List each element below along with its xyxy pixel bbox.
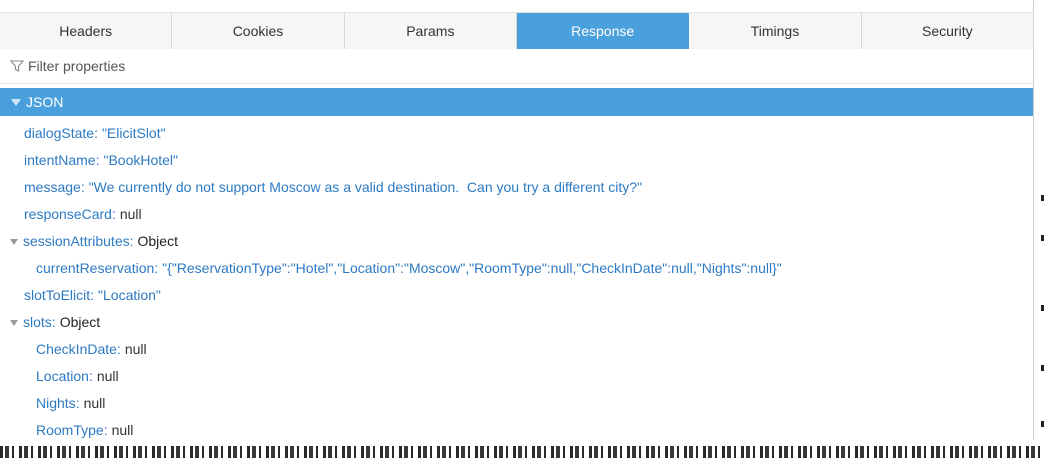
tree-row[interactable]: Location: null <box>0 363 1033 390</box>
property-value: "We currently do not support Moscow as a… <box>88 179 643 195</box>
tab-cookies[interactable]: Cookies <box>172 13 345 49</box>
property-value: "BookHotel" <box>103 152 179 168</box>
colon-separator: : <box>95 152 100 168</box>
colon-separator: : <box>129 233 134 249</box>
response-panel: Headers Cookies Params Response Timings … <box>0 0 1034 440</box>
tree-row[interactable]: RoomType: null <box>0 417 1033 440</box>
property-key: currentReservation <box>36 260 155 276</box>
funnel-icon <box>10 59 24 73</box>
tree-row[interactable]: message: "We currently do not support Mos… <box>0 174 1033 201</box>
scroll-marks <box>1041 195 1045 435</box>
property-value: Object <box>59 314 101 330</box>
property-value: null <box>124 341 147 357</box>
property-key: slots <box>23 314 52 330</box>
colon-separator: : <box>94 125 98 141</box>
property-value: Object <box>137 233 178 249</box>
property-key: CheckInDate <box>36 341 117 357</box>
tab-headers[interactable]: Headers <box>0 13 173 49</box>
property-key: slotToElicit <box>24 287 91 303</box>
tree-row[interactable]: Nights: null <box>0 390 1033 417</box>
tab-security[interactable]: Security <box>862 13 1033 49</box>
json-section-label: JSON <box>26 94 64 110</box>
tab-timings[interactable]: Timings <box>689 13 862 49</box>
tree-row-expandable[interactable]: slots: Object <box>0 309 1033 336</box>
tab-params[interactable]: Params <box>345 13 517 49</box>
property-value: "ElicitSlot" <box>101 125 166 141</box>
filter-bar <box>0 49 1033 84</box>
tab-response[interactable]: Response <box>516 13 690 49</box>
tree-row[interactable]: dialogState: "ElicitSlot" <box>0 120 1033 147</box>
property-key: Location <box>36 368 89 384</box>
colon-separator: : <box>103 422 108 438</box>
expand-triangle-icon[interactable] <box>10 238 18 245</box>
property-value: null <box>83 395 106 411</box>
tree-row-expandable[interactable]: sessionAttributes: Object <box>0 228 1033 255</box>
property-value: null <box>119 206 142 222</box>
property-key: Nights <box>36 395 76 411</box>
json-section-header[interactable]: JSON <box>0 88 1033 116</box>
tab-bar: Headers Cookies Params Response Timings … <box>0 12 1033 50</box>
property-key: responseCard <box>24 206 112 222</box>
tree-row[interactable]: currentReservation: "{"ReservationType":"… <box>0 255 1033 282</box>
cut-off-content-strip <box>0 446 1045 458</box>
filter-properties-input[interactable] <box>28 58 628 74</box>
tree-row[interactable]: responseCard: null <box>0 201 1033 228</box>
colon-separator: : <box>111 206 116 222</box>
tree-row[interactable]: intentName: "BookHotel" <box>0 147 1033 174</box>
property-key: RoomType <box>36 422 104 438</box>
expand-triangle-icon[interactable] <box>10 319 18 326</box>
tree-row[interactable]: CheckInDate: null <box>0 336 1033 363</box>
property-value: "Location" <box>98 287 161 303</box>
json-tree: dialogState: "ElicitSlot" intentName: "Boo… <box>0 120 1033 440</box>
property-key: sessionAttributes <box>23 233 130 249</box>
tree-row[interactable]: slotToElicit: "Location" <box>0 282 1033 309</box>
property-value: null <box>96 368 119 384</box>
property-key: intentName <box>24 152 96 168</box>
colon-separator: : <box>75 395 80 411</box>
colon-separator: : <box>116 341 121 357</box>
property-key: message <box>24 179 81 195</box>
colon-separator: : <box>90 287 95 303</box>
colon-separator: : <box>154 260 159 276</box>
property-value: null <box>111 422 134 438</box>
property-value: "{"ReservationType":"Hotel","Location":"… <box>162 260 782 276</box>
property-key: dialogState <box>24 125 95 141</box>
colon-separator: : <box>51 314 56 330</box>
colon-separator: : <box>80 179 85 195</box>
triangle-down-icon <box>11 98 21 106</box>
colon-separator: : <box>88 368 93 384</box>
